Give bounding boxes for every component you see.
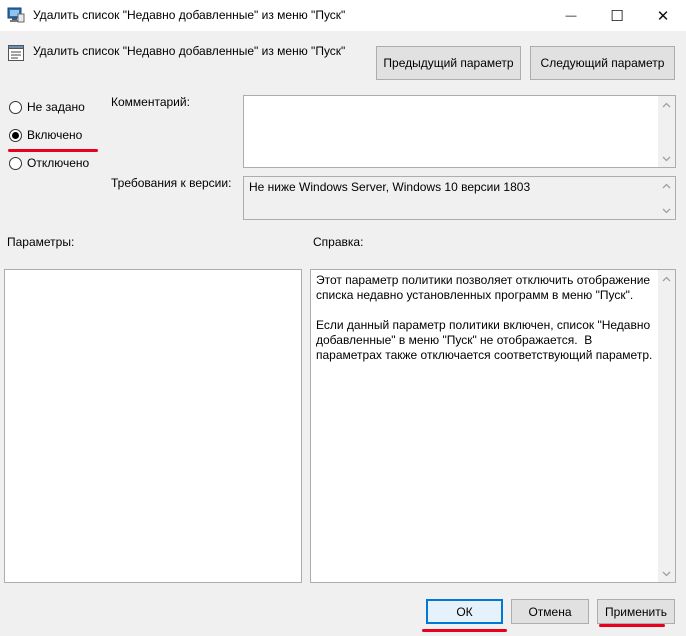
minimize-icon: — xyxy=(565,9,577,22)
policy-name: Удалить список "Недавно добавленные" из … xyxy=(33,44,346,58)
ok-button[interactable]: ОК xyxy=(426,599,503,624)
radio-label: Включено xyxy=(27,128,83,142)
apply-label: Применить xyxy=(604,604,667,619)
close-button[interactable]: ✕ xyxy=(640,0,686,31)
radio-circle[interactable] xyxy=(9,100,22,114)
supported-on-value: Не ниже Windows Server, Windows 10 верси… xyxy=(249,180,531,194)
maximize-button[interactable]: ☐ xyxy=(594,0,640,31)
chevron-down-icon[interactable] xyxy=(658,150,675,167)
chevron-up-icon[interactable] xyxy=(658,96,675,113)
chevron-up-icon[interactable] xyxy=(658,270,675,287)
help-panel: Этот параметр политики позволяет отключи… xyxy=(310,269,676,583)
policy-window-icon xyxy=(7,7,25,23)
help-label: Справка: xyxy=(313,235,364,249)
cancel-label: Отмена xyxy=(528,604,572,619)
options-label: Параметры: xyxy=(7,235,75,249)
options-panel xyxy=(4,269,302,583)
supported-on-field: Не ниже Windows Server, Windows 10 верси… xyxy=(243,176,676,220)
minimize-button[interactable]: — xyxy=(548,0,594,31)
chevron-down-icon[interactable] xyxy=(658,565,675,582)
ok-highlight-underline xyxy=(422,629,507,632)
ok-label: ОК xyxy=(456,604,473,619)
radio-selected-dot xyxy=(12,131,19,139)
help-scrollbar[interactable] xyxy=(658,270,675,582)
radio-disabled[interactable]: Отключено xyxy=(9,156,89,170)
chevron-up-icon[interactable] xyxy=(658,177,675,194)
comment-label: Комментарий: xyxy=(111,95,190,109)
title-bar: Удалить список "Недавно добавленные" из … xyxy=(0,0,686,31)
previous-setting-button[interactable]: Предыдущий параметр xyxy=(376,46,521,80)
help-text: Этот параметр политики позволяет отключи… xyxy=(316,273,653,362)
maximize-icon: ☐ xyxy=(610,7,624,25)
radio-label: Не задано xyxy=(27,100,85,114)
highlight-underline xyxy=(8,149,98,152)
supported-on-label: Требования к версии: xyxy=(111,176,232,190)
previous-setting-label: Предыдущий параметр xyxy=(383,56,514,70)
policy-setting-icon xyxy=(8,45,24,61)
cancel-button[interactable]: Отмена xyxy=(511,599,589,624)
radio-circle[interactable] xyxy=(9,156,22,170)
radio-not-configured[interactable]: Не задано xyxy=(9,100,85,114)
next-setting-label: Следующий параметр xyxy=(540,56,665,70)
chevron-down-icon[interactable] xyxy=(658,202,675,219)
radio-circle[interactable] xyxy=(9,128,22,142)
comment-textarea[interactable] xyxy=(243,95,676,168)
next-setting-button[interactable]: Следующий параметр xyxy=(530,46,675,80)
comment-value xyxy=(244,96,675,102)
supported-scrollbar[interactable] xyxy=(658,177,675,219)
apply-button[interactable]: Применить xyxy=(597,599,675,624)
apply-highlight-underline xyxy=(599,624,665,627)
radio-label: Отключено xyxy=(27,156,90,170)
close-icon: ✕ xyxy=(656,7,670,25)
radio-enabled[interactable]: Включено xyxy=(9,128,82,142)
window-title: Удалить список "Недавно добавленные" из … xyxy=(33,8,346,22)
comment-scrollbar[interactable] xyxy=(658,96,675,167)
